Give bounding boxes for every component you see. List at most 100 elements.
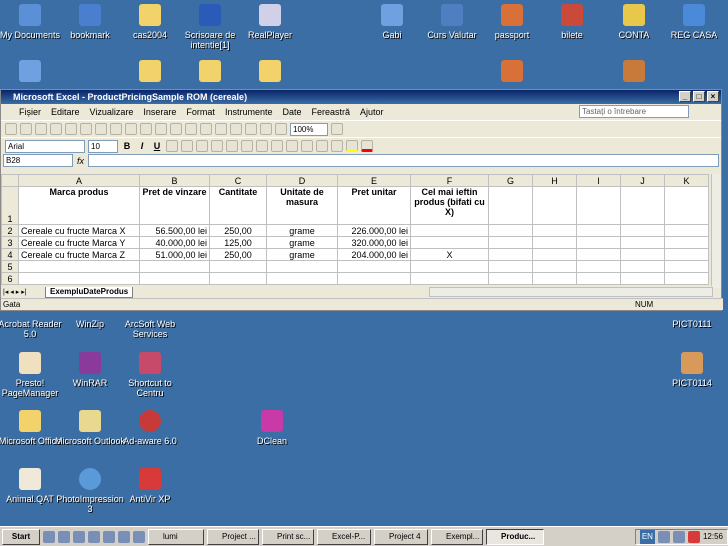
cell-cheapest[interactable] (410, 224, 489, 237)
taskbar-item-print-screen[interactable]: Print sc... (262, 528, 314, 545)
cell[interactable] (664, 186, 709, 225)
cell-price[interactable]: 56.500,00 lei (139, 224, 210, 237)
cell[interactable] (532, 260, 577, 273)
sheet-tab[interactable]: ExempluDateProdus (45, 286, 134, 298)
help-icon[interactable] (331, 123, 343, 135)
redo-icon[interactable] (185, 123, 197, 135)
quicklaunch-media-icon[interactable] (88, 530, 100, 543)
undo-icon[interactable] (170, 123, 182, 135)
cell-unit[interactable]: grame (266, 248, 338, 261)
tray-volume-icon[interactable] (672, 530, 685, 543)
underline-button[interactable]: U (151, 141, 163, 151)
horizontal-scrollbar[interactable] (429, 287, 713, 297)
desktop-icon-pict0114[interactable]: PICT0114 (656, 352, 728, 388)
col-header-d[interactable]: D (266, 174, 338, 187)
tray-antivirus-icon[interactable] (687, 530, 700, 543)
menu-format[interactable]: Format (186, 107, 215, 117)
cell[interactable] (410, 272, 489, 285)
cell[interactable] (488, 248, 533, 261)
row-header[interactable]: 3 (1, 236, 19, 249)
permission-icon[interactable] (50, 123, 62, 135)
desktop-icon-realplayer[interactable]: RealPlayer (234, 4, 306, 40)
increase-decimal-icon[interactable] (271, 140, 283, 152)
row-header[interactable]: 5 (1, 260, 19, 273)
header-cell-pret-vinzare[interactable]: Pret de vinzare (139, 186, 210, 225)
cell[interactable] (620, 224, 665, 237)
col-header-j[interactable]: J (620, 174, 665, 187)
sort-desc-icon[interactable] (245, 123, 257, 135)
decrease-indent-icon[interactable] (301, 140, 313, 152)
paste-icon[interactable] (140, 123, 152, 135)
autosum-icon[interactable] (215, 123, 227, 135)
align-center-icon[interactable] (181, 140, 193, 152)
increase-indent-icon[interactable] (316, 140, 328, 152)
italic-button[interactable]: I (136, 141, 148, 151)
desktop-icon-pict0111[interactable]: PICT0111 (656, 319, 728, 329)
chart-wizard-icon[interactable] (260, 123, 272, 135)
quicklaunch-ie-icon[interactable] (43, 530, 55, 543)
header-cell-unitate[interactable]: Unitate de masura (266, 186, 338, 225)
formula-input[interactable] (88, 154, 719, 167)
sort-asc-icon[interactable] (230, 123, 242, 135)
cell[interactable] (488, 272, 533, 285)
cell[interactable] (488, 186, 533, 225)
name-box[interactable]: B28 (3, 154, 73, 167)
cell[interactable] (532, 236, 577, 249)
language-indicator[interactable]: EN (639, 529, 655, 544)
taskbar-item-project-4[interactable]: Project 4 (374, 528, 428, 545)
col-header-e[interactable]: E (337, 174, 411, 187)
cell[interactable] (620, 186, 665, 225)
col-header-f[interactable]: F (410, 174, 489, 187)
cell[interactable] (410, 260, 489, 273)
format-painter-icon[interactable] (155, 123, 167, 135)
col-header-h[interactable]: H (532, 174, 577, 187)
cut-icon[interactable] (110, 123, 122, 135)
col-header-g[interactable]: G (488, 174, 533, 187)
cell[interactable] (488, 224, 533, 237)
header-cell-marca[interactable]: Marca produs (18, 186, 140, 225)
taskbar-item-produc-active[interactable]: Produc... (486, 528, 544, 545)
col-header-a[interactable]: A (18, 174, 140, 187)
cell-price[interactable]: 40.000,00 lei (139, 236, 210, 249)
zoom-select[interactable]: 100% (290, 122, 328, 136)
cell[interactable] (620, 272, 665, 285)
menu-editare[interactable]: Editare (51, 107, 80, 117)
close-button[interactable]: × (707, 91, 719, 102)
cell-unit-price[interactable]: 226.000,00 lei (337, 224, 411, 237)
cell-unit[interactable]: grame (266, 224, 338, 237)
cell-quantity[interactable]: 125,00 (209, 236, 267, 249)
align-right-icon[interactable] (196, 140, 208, 152)
menu-fisier[interactable]: Fișier (19, 107, 41, 117)
print-preview-icon[interactable] (80, 123, 92, 135)
decrease-decimal-icon[interactable] (286, 140, 298, 152)
minimize-button[interactable]: _ (679, 91, 691, 102)
font-size-select[interactable]: 10 (88, 139, 118, 153)
desktop-icon-dclean[interactable]: DClean (236, 410, 308, 446)
borders-icon[interactable] (331, 140, 343, 152)
cell[interactable] (532, 224, 577, 237)
quicklaunch-word-icon[interactable] (103, 530, 115, 543)
col-header-c[interactable]: C (209, 174, 267, 187)
cell[interactable] (664, 272, 709, 285)
cell[interactable] (488, 260, 533, 273)
cell[interactable] (337, 272, 411, 285)
comma-style-icon[interactable] (256, 140, 268, 152)
cell[interactable] (620, 248, 665, 261)
font-name-select[interactable]: Arial (5, 139, 85, 153)
cell[interactable] (576, 224, 621, 237)
spelling-icon[interactable] (95, 123, 107, 135)
col-header-k[interactable]: K (664, 174, 709, 187)
cell[interactable] (532, 248, 577, 261)
start-button[interactable]: Start (2, 528, 40, 545)
row-header[interactable]: 4 (1, 248, 19, 261)
menu-ajutor[interactable]: Ajutor (360, 107, 384, 117)
merge-center-icon[interactable] (211, 140, 223, 152)
cell[interactable] (209, 272, 267, 285)
cell[interactable] (664, 248, 709, 261)
row-header[interactable]: 2 (1, 224, 19, 237)
desktop-icon-adaware[interactable]: Ad-aware 6.0 (114, 410, 186, 446)
desktop-icon-reg-casa[interactable]: REG CASA (658, 4, 728, 40)
taskbar-item-project[interactable]: Project ... (207, 528, 259, 545)
quicklaunch-outlook-icon[interactable] (58, 530, 70, 543)
open-icon[interactable] (20, 123, 32, 135)
